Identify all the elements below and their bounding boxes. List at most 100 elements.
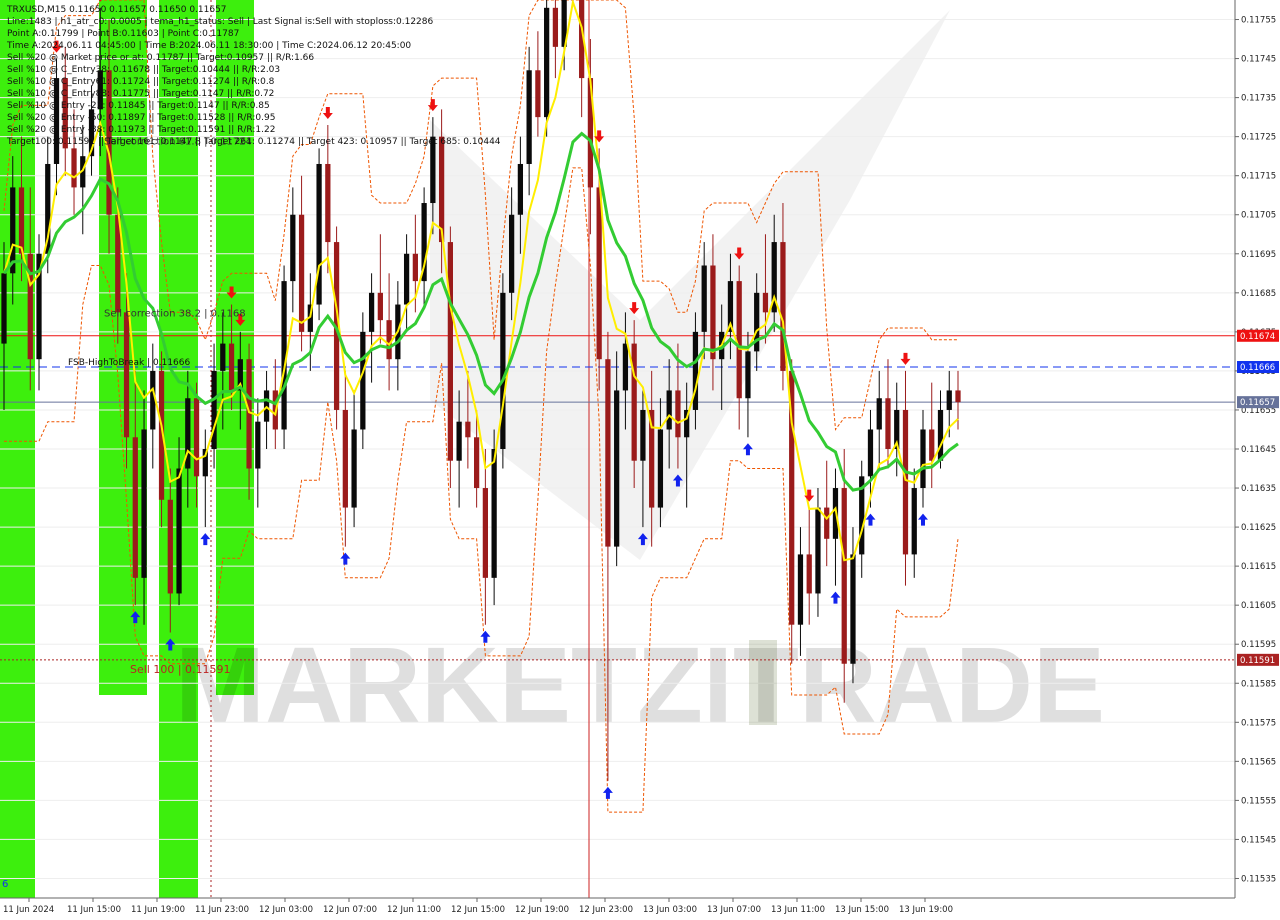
info-line: Sell %20 @ Entry -50: 0.11897 || Target:… <box>7 113 276 123</box>
candle-body <box>500 292 506 449</box>
arrow-up-icon <box>200 533 211 546</box>
time-tick-label: 13 Jun 03:00 <box>643 905 697 915</box>
candle-body <box>526 70 532 164</box>
candle-body <box>710 265 716 360</box>
price-tick-label: 0.11535 <box>1241 874 1276 884</box>
candle-body <box>1 273 7 344</box>
arrow-up-icon <box>340 552 351 565</box>
candle-body <box>290 214 296 282</box>
candle-body <box>631 343 637 461</box>
price-tick-label: 0.11685 <box>1241 289 1276 299</box>
candle-body <box>351 429 357 508</box>
chart-label: 6 <box>2 879 8 890</box>
price-level-label: 0.11674 <box>1240 332 1275 342</box>
candle-body <box>657 429 664 508</box>
candle-body <box>815 507 821 594</box>
time-tick-label: 11 Jun 2024 <box>3 905 54 915</box>
arrow-up-icon <box>865 513 876 526</box>
candle-body <box>377 292 383 321</box>
candle-body <box>806 554 812 594</box>
candle-body <box>141 429 147 578</box>
info-line: Sell %10 @ C_Entry61: 0.11724 || Target:… <box>7 77 275 87</box>
price-tick-label: 0.11625 <box>1241 523 1276 533</box>
candle-body <box>447 242 453 461</box>
candle-body <box>876 398 882 430</box>
info-line: Sell %20 @ Market price or at: 0.11787 |… <box>7 53 315 63</box>
candle-body <box>132 437 138 578</box>
arrow-up-icon <box>830 591 841 604</box>
price-tick-label: 0.11615 <box>1241 562 1276 572</box>
candle-body <box>902 409 909 555</box>
candle-body <box>701 265 707 332</box>
info-line: Sell %10 @ C_Entry38: 0.11678 || Target:… <box>7 65 281 75</box>
candle-body <box>228 343 235 391</box>
candle-body <box>675 390 681 438</box>
arrow-up-icon <box>742 443 753 456</box>
chart-label: Sell correction 38.2 | 0.1168 <box>104 308 246 319</box>
candle-body <box>745 351 751 399</box>
candle-body <box>797 554 804 625</box>
price-level-label: 0.11591 <box>1240 656 1275 666</box>
candle-body <box>465 421 471 438</box>
price-tick-label: 0.11745 <box>1241 55 1276 65</box>
price-tick-label: 0.11545 <box>1241 835 1276 845</box>
price-tick-label: 0.11755 <box>1241 16 1276 26</box>
candle-body <box>517 163 524 215</box>
info-line: Sell %10 @ C_Entry88: 0.11775 || Target:… <box>7 89 275 99</box>
candle-body <box>482 488 489 578</box>
chart-label: FSB-HighToBreak | 0.11666 <box>68 358 190 368</box>
time-tick-label: 13 Jun 15:00 <box>835 905 889 915</box>
price-tick-label: 0.11585 <box>1241 679 1276 689</box>
info-line: Point A:0.11799 | Point B:0.11603 | Poin… <box>7 29 240 39</box>
watermark-text: MARKETZITRADE <box>175 624 1105 745</box>
price-tick-label: 0.11605 <box>1241 601 1276 611</box>
candle-body <box>911 488 917 555</box>
candle-body <box>509 214 515 293</box>
candle-body <box>368 292 375 332</box>
time-tick-label: 12 Jun 15:00 <box>451 905 505 915</box>
candle-body <box>167 499 173 594</box>
time-tick-label: 13 Jun 07:00 <box>707 905 761 915</box>
candle-body <box>544 7 550 118</box>
time-tick-label: 12 Jun 11:00 <box>387 905 441 915</box>
candle-body <box>342 409 348 508</box>
price-tick-label: 0.11565 <box>1241 757 1276 767</box>
candle-body <box>640 409 646 461</box>
candle-body <box>937 409 944 461</box>
candle-body <box>71 148 77 188</box>
highlight-box <box>749 640 777 725</box>
info-line: Time A:2024.06.11 04:45:00 | Time B:2024… <box>7 41 412 51</box>
candle-body <box>850 554 856 664</box>
price-tick-label: 0.11555 <box>1241 796 1276 806</box>
arrow-down-icon <box>900 352 911 365</box>
candle-body <box>255 421 261 469</box>
chart-label: Sell 100 | 0.11591 <box>130 663 231 676</box>
candle-body <box>946 390 952 410</box>
candle-body <box>736 281 742 399</box>
candle-body <box>211 370 217 449</box>
candle-body <box>762 292 769 313</box>
price-tick-label: 0.11705 <box>1241 211 1276 221</box>
arrow-up-icon <box>917 513 928 526</box>
time-tick-label: 11 Jun 15:00 <box>67 905 121 915</box>
time-tick-label: 12 Jun 19:00 <box>515 905 569 915</box>
price-axis: 0.117650.117550.117450.117350.117250.117… <box>1234 0 1280 920</box>
candle-body <box>614 390 620 547</box>
candle-body <box>885 398 891 449</box>
candle-body <box>867 429 874 477</box>
candle-body <box>360 331 366 430</box>
candle-body <box>456 421 462 461</box>
candle-body <box>176 468 182 594</box>
price-tick-label: 0.11595 <box>1241 640 1276 650</box>
green-zone <box>0 695 35 898</box>
price-tick-label: 0.11575 <box>1241 718 1276 728</box>
time-tick-label: 12 Jun 03:00 <box>259 905 313 915</box>
candle-body <box>666 390 672 430</box>
candle-body <box>403 253 410 305</box>
candle-body <box>193 398 200 477</box>
chart-window: MARKETZITRADE Sell correction 61.8 | 0.1… <box>0 0 1280 920</box>
candle-body <box>929 429 935 461</box>
candle-body <box>491 449 497 578</box>
candle-body <box>824 507 830 539</box>
price-tick-label: 0.11645 <box>1241 445 1276 455</box>
